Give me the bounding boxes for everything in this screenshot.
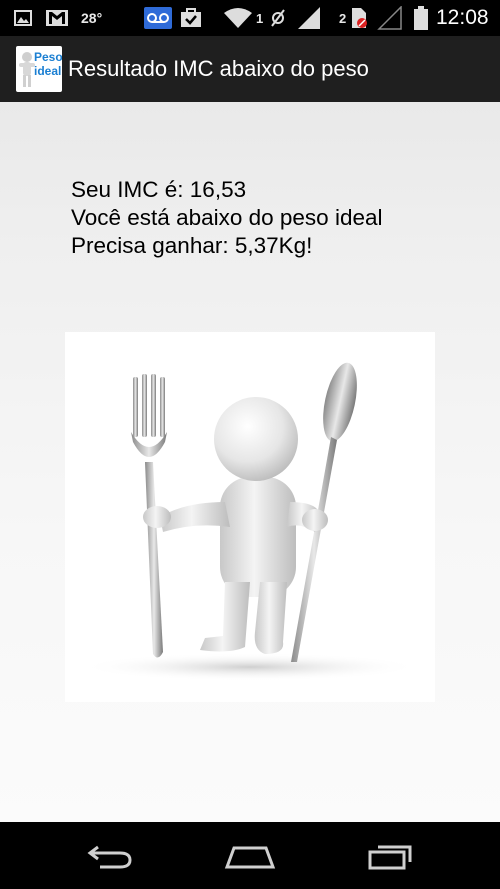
signal-empty-icon: [377, 0, 403, 36]
weight-to-gain-text: Precisa ganhar: 5,37Kg!: [71, 233, 313, 258]
task-icon: [180, 0, 202, 36]
navigation-bar: [0, 822, 500, 889]
app-icon: Peso ideal: [16, 46, 62, 92]
status-bar: 28° 1 2 12:08: [0, 0, 500, 36]
app-icon-text-line1: Peso: [34, 50, 62, 64]
clock: 12:08: [436, 6, 489, 29]
home-button[interactable]: [218, 836, 282, 876]
action-bar: Peso ideal Resultado IMC abaixo do peso: [0, 36, 500, 104]
back-icon: [87, 845, 132, 869]
temperature-text: 28°: [81, 10, 103, 26]
signal-icon: [296, 0, 322, 36]
voicemail-icon: [144, 0, 172, 36]
screen-title: Resultado IMC abaixo do peso: [68, 56, 369, 81]
recent-apps-button[interactable]: [358, 836, 422, 876]
battery-icon: [414, 0, 428, 36]
content-area: Seu IMC é: 16,53 Você está abaixo do pes…: [0, 102, 500, 822]
imc-value-text: Seu IMC é: 16,53: [71, 177, 247, 202]
image-icon: [14, 0, 32, 36]
figure-with-fork-and-spoon-image: [65, 332, 435, 702]
wifi-icon: [224, 0, 252, 36]
status-text: Você está abaixo do peso ideal: [71, 205, 383, 230]
sim-card-icon: [350, 0, 368, 36]
gmail-icon: [46, 0, 68, 36]
sim1-label: 1: [256, 10, 264, 26]
sync-icon: [270, 0, 286, 36]
recent-apps-icon: [368, 845, 412, 870]
sim2-label: 2: [339, 10, 347, 26]
app-icon-text: Peso ideal: [34, 50, 62, 78]
result-text: Seu IMC é: 16,53 Você está abaixo do pes…: [71, 176, 382, 260]
back-button[interactable]: [78, 836, 142, 876]
home-icon: [224, 846, 276, 869]
app-icon-text-line2: ideal: [34, 64, 62, 78]
